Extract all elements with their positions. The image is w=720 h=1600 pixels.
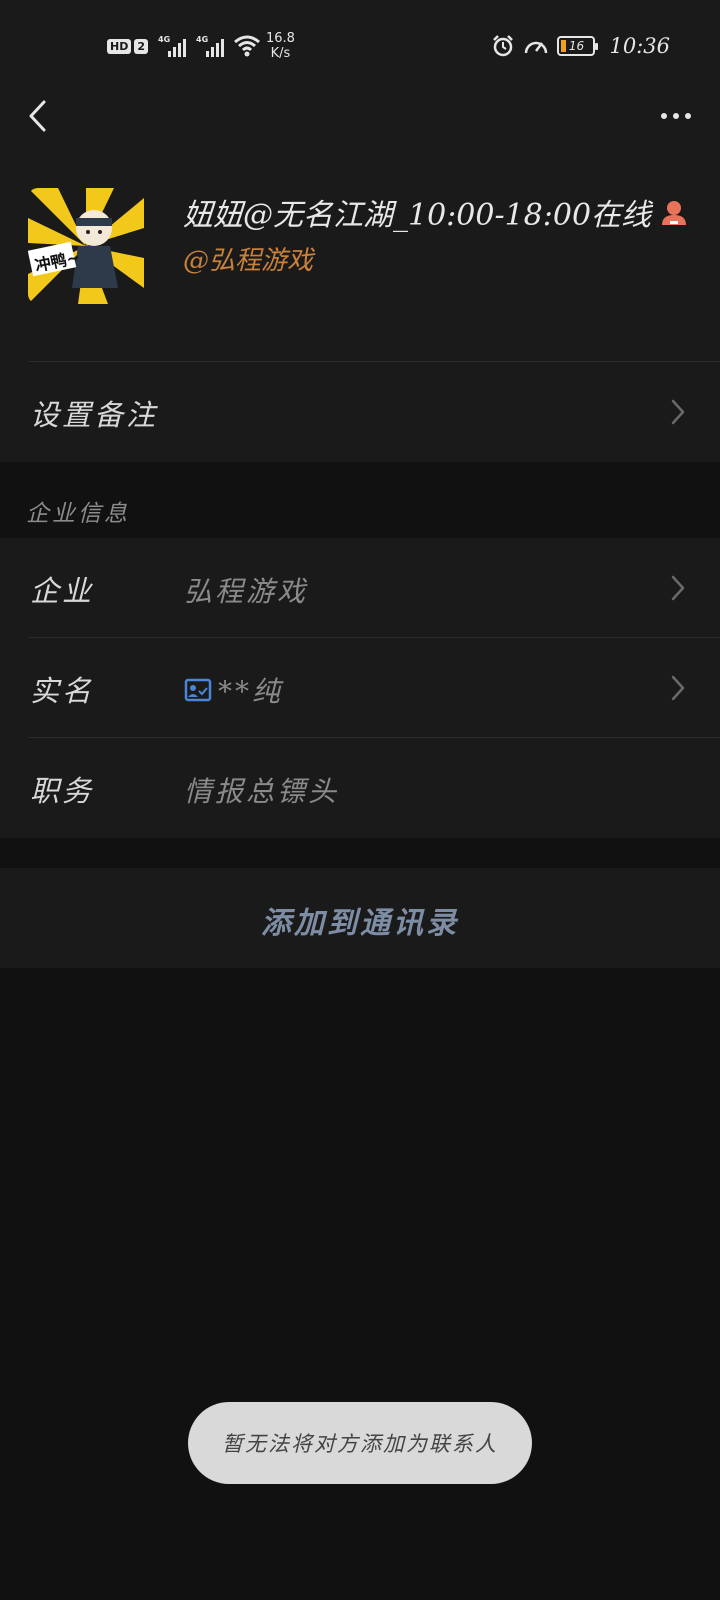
- position-row: 职务 情报总镖头: [0, 738, 720, 838]
- more-dots-icon[interactable]: [656, 106, 696, 126]
- real-name-value: **纯: [184, 670, 283, 710]
- chevron-right-icon: [671, 575, 685, 601]
- add-to-contacts-label: 添加到通讯录: [261, 906, 459, 941]
- chevron-right-icon: [671, 399, 685, 425]
- status-bar-left: HD 2 4G 4G 16.8 K/s: [107, 30, 295, 62]
- profile-name-row: 妞妞@无名江湖_10:00-18:00在线: [183, 190, 689, 234]
- row-value: **纯: [218, 675, 284, 708]
- network-speed: 16.8 K/s: [266, 31, 295, 61]
- signal-icon: 4G: [196, 35, 224, 57]
- status-bar-right: 16 10:36: [491, 30, 670, 62]
- enterprise-row[interactable]: 企业 弘程游戏: [0, 538, 720, 638]
- profile-card: 冲鸭~ 妞妞@无名江湖_10:00-18:00在线 @弘程游戏: [0, 142, 720, 362]
- battery-icon: 16: [557, 36, 599, 56]
- row-label: 职务: [30, 774, 95, 808]
- corp-tag: @弘程游戏: [183, 246, 314, 276]
- speed-unit: K/s: [270, 46, 291, 61]
- toast-message: 暂无法将对方添加为联系人: [222, 1432, 498, 1456]
- avatar-image: 冲鸭~: [28, 188, 144, 304]
- toast: 暂无法将对方添加为联系人: [188, 1402, 532, 1484]
- signal-icon: 4G: [158, 35, 186, 57]
- section-header-enterprise: 企业信息: [26, 501, 130, 527]
- avatar[interactable]: 冲鸭~: [28, 188, 144, 304]
- alarm-icon: [493, 35, 514, 57]
- real-name-row[interactable]: 实名 **纯: [0, 638, 720, 738]
- online-person-icon: [662, 201, 687, 225]
- network-type-label: 4G: [196, 35, 209, 44]
- add-to-contacts-button[interactable]: 添加到通讯录: [0, 868, 720, 968]
- battery-level: 16: [568, 39, 585, 53]
- set-remark-label: 设置备注: [30, 398, 159, 432]
- row-label: 企业: [30, 574, 95, 608]
- status-bar: HD 2 4G 4G 16.8 K/s 16 10:36: [0, 0, 720, 92]
- chevron-right-icon: [671, 675, 685, 701]
- hd-icon: HD: [107, 38, 132, 54]
- speedometer-icon: [525, 41, 548, 54]
- profile-name: 妞妞@无名江湖_10:00-18:00在线: [183, 198, 652, 233]
- speed-value: 16.8: [266, 31, 295, 46]
- row-value: 情报总镖头: [184, 775, 340, 808]
- clock: 10:36: [609, 34, 670, 58]
- chevron-left-icon[interactable]: [24, 98, 54, 134]
- nav-bar: [0, 92, 720, 142]
- network-type-label: 4G: [158, 35, 171, 44]
- row-value: 弘程游戏: [184, 575, 309, 608]
- row-label: 实名: [30, 674, 95, 708]
- sim-number: 2: [134, 38, 148, 54]
- set-remark-row[interactable]: 设置备注: [0, 362, 720, 462]
- wifi-icon: [234, 35, 260, 57]
- verified-id-icon: [184, 678, 212, 702]
